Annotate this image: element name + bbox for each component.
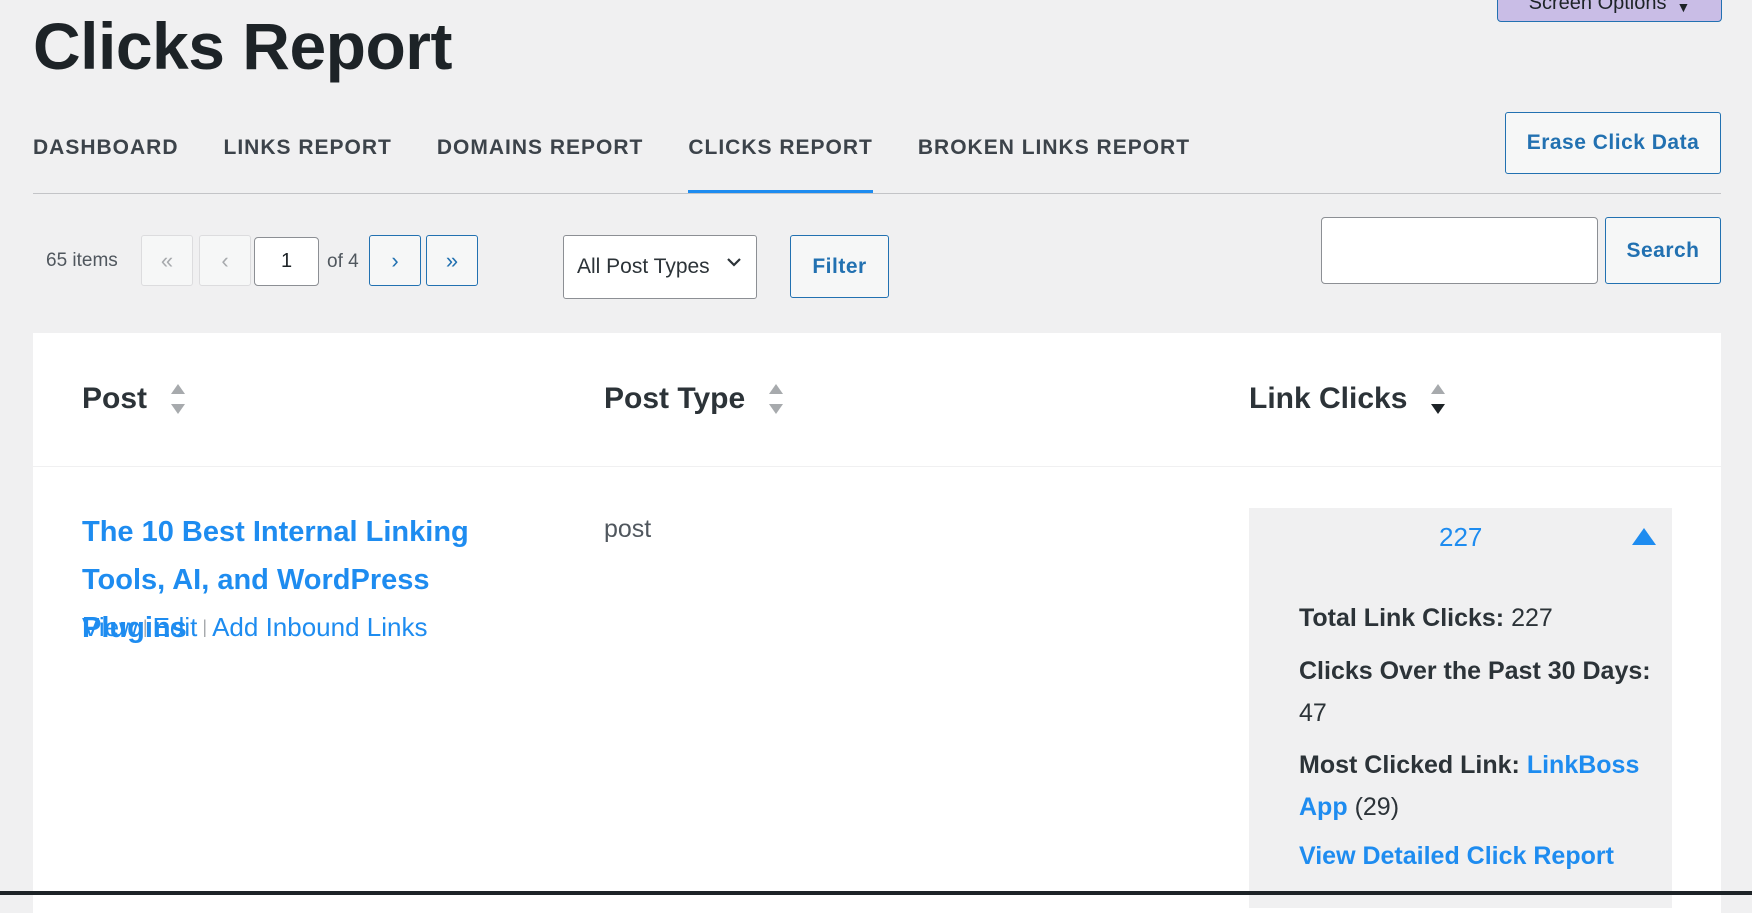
chevron-down-icon bbox=[727, 258, 741, 267]
tab-clicks-report[interactable]: CLICKS REPORT bbox=[688, 110, 873, 194]
clicks-past-30-days-label: Clicks Over the Past 30 Days: bbox=[1299, 657, 1651, 685]
tab-dashboard[interactable]: DASHBOARD bbox=[33, 110, 179, 194]
column-header-post-type-label: Post Type bbox=[604, 382, 746, 415]
most-clicked-link-label: Most Clicked Link: bbox=[1299, 751, 1520, 779]
next-page-button[interactable]: › bbox=[369, 235, 421, 286]
view-link[interactable]: View bbox=[82, 612, 138, 643]
column-header-link-clicks-label: Link Clicks bbox=[1249, 382, 1408, 415]
items-count: 65 items bbox=[46, 250, 118, 271]
erase-click-data-button[interactable]: Erase Click Data bbox=[1505, 112, 1721, 174]
search-input[interactable] bbox=[1321, 217, 1598, 284]
edit-link[interactable]: Edit bbox=[153, 612, 198, 643]
total-link-clicks-value: 227 bbox=[1511, 604, 1553, 632]
collapse-triangle-icon[interactable] bbox=[1632, 528, 1656, 545]
prev-page-button: ‹ bbox=[199, 235, 251, 286]
tab-domains-report[interactable]: DOMAINS REPORT bbox=[437, 110, 644, 194]
sort-desc-icon bbox=[1431, 384, 1446, 414]
page-title: Clicks Report bbox=[33, 9, 452, 83]
total-link-clicks: Total Link Clicks: 227 bbox=[1299, 597, 1659, 639]
post-type-select-value: All Post Types bbox=[577, 255, 710, 278]
most-clicked-link: Most Clicked Link: LinkBoss App (29) bbox=[1299, 744, 1659, 828]
tab-links-report[interactable]: LINKS REPORT bbox=[224, 110, 392, 194]
column-header-link-clicks[interactable]: Link Clicks bbox=[1249, 382, 1446, 416]
column-header-post-type[interactable]: Post Type bbox=[604, 382, 784, 416]
column-header-post-label: Post bbox=[82, 382, 148, 415]
search-button[interactable]: Search bbox=[1605, 217, 1721, 284]
separator: | bbox=[202, 617, 208, 637]
total-pages: of 4 bbox=[327, 251, 359, 272]
add-inbound-links-link[interactable]: Add Inbound Links bbox=[212, 612, 427, 643]
post-type-select[interactable]: All Post Types bbox=[563, 235, 757, 299]
bottom-edge bbox=[0, 891, 1752, 895]
clicks-past-30-days: Clicks Over the Past 30 Days: 47 bbox=[1299, 650, 1659, 734]
report-tabs: DASHBOARD LINKS REPORT DOMAINS REPORT CL… bbox=[33, 110, 1235, 194]
most-clicked-link-count: (29) bbox=[1354, 793, 1400, 821]
caret-down-icon: ▼ bbox=[1676, 0, 1691, 15]
view-detailed-click-report-link[interactable]: View Detailed Click Report bbox=[1299, 842, 1614, 871]
row-actions: View | Edit | Add Inbound Links bbox=[82, 612, 427, 643]
header-divider bbox=[33, 466, 1721, 467]
tabs-divider bbox=[33, 193, 1721, 194]
screen-options-label: Screen Options bbox=[1528, 0, 1667, 14]
separator: | bbox=[142, 617, 148, 637]
last-page-button[interactable]: » bbox=[426, 235, 478, 286]
screen-options-button[interactable]: Screen Options ▼ bbox=[1497, 0, 1722, 22]
link-clicks-count[interactable]: 227 bbox=[1439, 522, 1482, 553]
clicks-past-30-days-value: 47 bbox=[1299, 699, 1327, 727]
current-page-input[interactable] bbox=[254, 237, 319, 286]
total-link-clicks-label: Total Link Clicks: bbox=[1299, 604, 1505, 632]
post-type-value: post bbox=[604, 515, 652, 543]
filter-button[interactable]: Filter bbox=[790, 235, 889, 298]
sort-icon bbox=[769, 384, 784, 414]
tab-broken-links-report[interactable]: BROKEN LINKS REPORT bbox=[918, 110, 1190, 194]
column-header-post[interactable]: Post bbox=[82, 382, 186, 416]
first-page-button: « bbox=[141, 235, 193, 286]
sort-icon bbox=[171, 384, 186, 414]
